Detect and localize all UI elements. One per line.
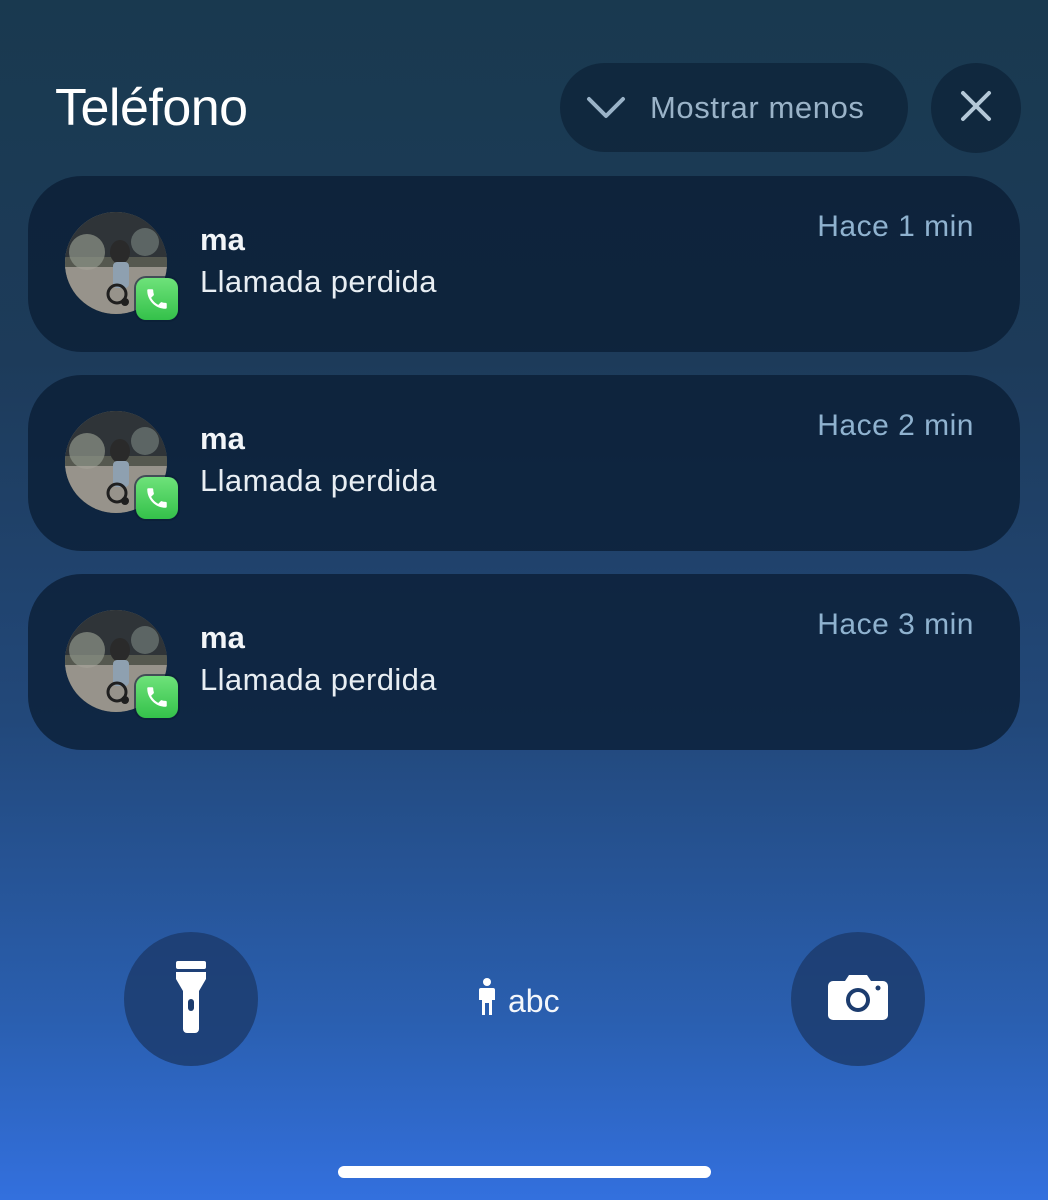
flashlight-icon	[174, 960, 208, 1038]
phone-app-badge-icon	[136, 676, 178, 718]
notification-card[interactable]: ma Llamada perdida Hace 1 min	[28, 176, 1020, 352]
carrier-label: abc	[478, 978, 560, 1024]
phone-app-badge-icon	[136, 278, 178, 320]
notification-sender: ma	[200, 222, 245, 257]
person-icon	[478, 978, 508, 1024]
app-title: Teléfono	[55, 79, 248, 137]
notification-sender: ma	[200, 620, 245, 655]
notification-message: Llamada perdida	[200, 463, 437, 498]
notification-card[interactable]: ma Llamada perdida Hace 3 min	[28, 574, 1020, 750]
chevron-down-icon	[586, 95, 626, 121]
show-less-label: Mostrar menos	[650, 89, 865, 125]
home-indicator[interactable]	[338, 1166, 711, 1178]
notification-message: Llamada perdida	[200, 264, 437, 299]
show-less-button[interactable]: Mostrar menos	[560, 63, 908, 152]
notification-time: Hace 2 min	[817, 409, 974, 442]
close-button[interactable]	[931, 63, 1021, 153]
camera-icon	[827, 973, 889, 1026]
close-icon	[960, 90, 992, 127]
notification-time: Hace 1 min	[817, 210, 974, 243]
phone-app-badge-icon	[136, 477, 178, 519]
notification-message: Llamada perdida	[200, 662, 437, 697]
flashlight-button[interactable]	[124, 932, 258, 1066]
notification-time: Hace 3 min	[817, 608, 974, 641]
notification-card[interactable]: ma Llamada perdida Hace 2 min	[28, 375, 1020, 551]
notification-sender: ma	[200, 421, 245, 456]
carrier-text: abc	[508, 982, 560, 1019]
camera-button[interactable]	[791, 932, 925, 1066]
